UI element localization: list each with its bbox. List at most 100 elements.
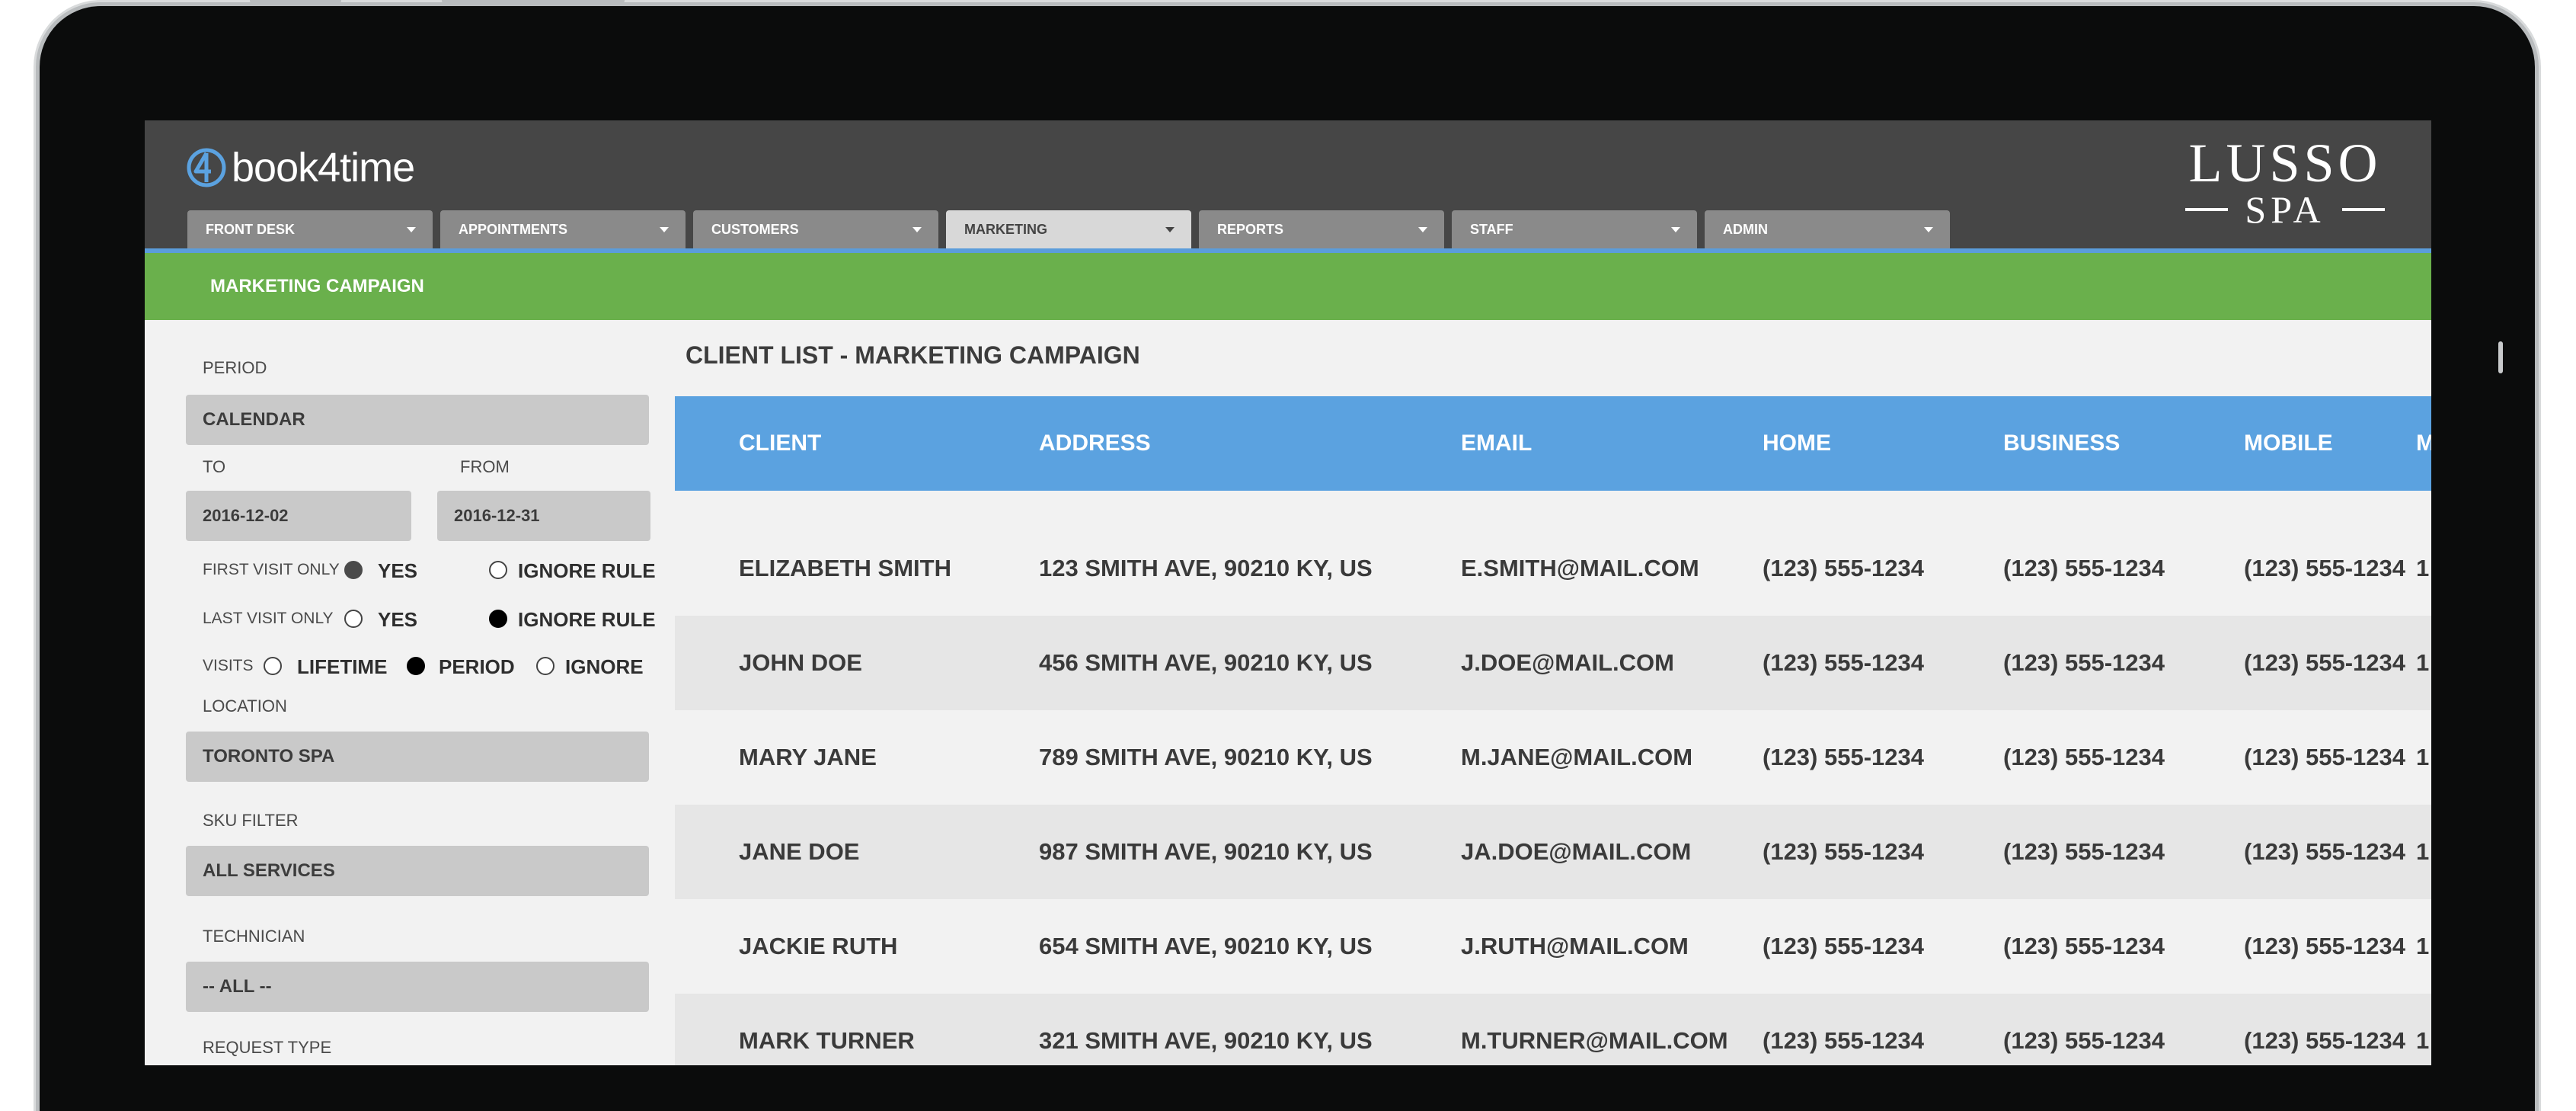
first-visit-label: FIRST VISIT ONLY <box>203 561 340 578</box>
caret-down-icon <box>1165 226 1175 232</box>
visits-label: VISITS <box>203 657 254 674</box>
location-label: LOCATION <box>203 696 287 716</box>
cell-address: 654 SMITH AVE, 90210 KY, US <box>1039 933 1373 959</box>
cell-more: 1 <box>2416 838 2430 865</box>
cell-business: (123) 555-1234 <box>2003 744 2165 770</box>
device-side-button <box>2498 341 2503 373</box>
col-home[interactable]: HOME <box>1763 396 1831 491</box>
col-client[interactable]: CLIENT <box>739 396 821 491</box>
col-address[interactable]: ADDRESS <box>1039 396 1151 491</box>
period-select[interactable]: CALENDAR <box>186 395 649 445</box>
table-row[interactable]: ELIZABETH SMITH 123 SMITH AVE, 90210 KY,… <box>675 521 2431 616</box>
visits-ignore-radio[interactable] <box>536 657 555 675</box>
from-label: FROM <box>460 457 510 476</box>
col-business[interactable]: BUSINESS <box>2003 396 2120 491</box>
caret-down-icon <box>1671 226 1680 232</box>
cell-address: 123 SMITH AVE, 90210 KY, US <box>1039 555 1373 581</box>
cell-address: 789 SMITH AVE, 90210 KY, US <box>1039 744 1373 770</box>
cell-email: J.DOE@MAIL.COM <box>1461 649 1674 676</box>
cell-client: MARK TURNER <box>739 1027 915 1054</box>
table-row[interactable]: JACKIE RUTH 654 SMITH AVE, 90210 KY, US … <box>675 899 2431 994</box>
visits-ignore-label: IGNORE <box>565 655 644 678</box>
to-date-input[interactable]: 2016-12-02 <box>186 491 411 541</box>
section-title: MARKETING CAMPAIGN <box>210 276 424 296</box>
caret-down-icon <box>660 226 669 232</box>
caret-down-icon <box>1418 226 1427 232</box>
cell-address: 321 SMITH AVE, 90210 KY, US <box>1039 1027 1373 1054</box>
table-row[interactable]: MARY JANE 789 SMITH AVE, 90210 KY, US M.… <box>675 710 2431 805</box>
cell-business: (123) 555-1234 <box>2003 1027 2165 1054</box>
first-visit-ignore-label: IGNORE RULE <box>518 559 656 582</box>
to-label: TO <box>203 457 226 476</box>
cell-client: JANE DOE <box>739 838 860 865</box>
book4time-logo[interactable]: book4time <box>186 143 415 192</box>
cell-home: (123) 555-1234 <box>1763 744 1924 770</box>
cell-more: 1 <box>2416 1027 2430 1054</box>
nav-customers[interactable]: CUSTOMERS <box>693 210 938 248</box>
nav-label: FRONT DESK <box>206 221 295 237</box>
cell-mobile: (123) 555-1234 <box>2244 1027 2405 1054</box>
last-visit-yes-radio[interactable] <box>344 610 363 628</box>
technician-label: TECHNICIAN <box>203 927 305 946</box>
caret-down-icon <box>912 226 922 232</box>
lusso-spa-logo: LUSSO SPA <box>2171 136 2399 230</box>
nav-appointments[interactable]: APPOINTMENTS <box>440 210 686 248</box>
technician-select[interactable]: -- ALL -- <box>186 962 649 1012</box>
location-select[interactable]: TORONTO SPA <box>186 732 649 782</box>
section-bar: MARKETING CAMPAIGN <box>145 253 2431 320</box>
nav-label: REPORTS <box>1217 221 1284 237</box>
nav-front-desk[interactable]: FRONT DESK <box>187 210 433 248</box>
first-visit-yes-label: YES <box>378 559 418 582</box>
period-label: PERIOD <box>203 358 267 377</box>
cell-mobile: (123) 555-1234 <box>2244 649 2405 676</box>
last-visit-ignore-label: IGNORE RULE <box>518 608 656 631</box>
visits-period-radio[interactable] <box>407 657 425 675</box>
last-visit-ignore-radio[interactable] <box>489 610 507 628</box>
cell-home: (123) 555-1234 <box>1763 649 1924 676</box>
caret-down-icon <box>407 226 416 232</box>
from-date-input[interactable]: 2016-12-31 <box>437 491 650 541</box>
sku-filter-label: SKU FILTER <box>203 811 299 830</box>
nav-marketing[interactable]: MARKETING <box>946 210 1191 248</box>
cell-business: (123) 555-1234 <box>2003 933 2165 959</box>
cell-more: 1 <box>2416 649 2430 676</box>
main-nav: FRONT DESK APPOINTMENTS CUSTOMERS MARKET… <box>187 210 1950 248</box>
first-visit-ignore-radio[interactable] <box>489 561 507 579</box>
caret-down-icon <box>1924 226 1933 232</box>
nav-label: STAFF <box>1470 221 1513 237</box>
cell-home: (123) 555-1234 <box>1763 1027 1924 1054</box>
cell-business: (123) 555-1234 <box>2003 555 2165 581</box>
device-top-button <box>442 0 625 3</box>
cell-address: 456 SMITH AVE, 90210 KY, US <box>1039 649 1373 676</box>
logo-mark-icon <box>187 148 226 187</box>
col-mobile[interactable]: MOBILE <box>2244 396 2333 491</box>
table-row[interactable]: JOHN DOE 456 SMITH AVE, 90210 KY, US J.D… <box>675 616 2431 710</box>
table-row[interactable]: JANE DOE 987 SMITH AVE, 90210 KY, US JA.… <box>675 805 2431 899</box>
cell-client: JOHN DOE <box>739 649 862 676</box>
app-screen: book4time LUSSO SPA FRONT DESK APPOINTME… <box>145 120 2431 1065</box>
col-more[interactable]: M <box>2416 396 2431 491</box>
visits-lifetime-label: LIFETIME <box>297 655 388 678</box>
last-visit-yes-label: YES <box>378 608 418 631</box>
nav-admin[interactable]: ADMIN <box>1705 210 1950 248</box>
visits-period-label: PERIOD <box>439 655 515 678</box>
table-row[interactable]: MARK TURNER 321 SMITH AVE, 90210 KY, US … <box>675 994 2431 1065</box>
brand-subtitle-text: SPA <box>2245 188 2325 231</box>
cell-email: J.RUTH@MAIL.COM <box>1461 933 1689 959</box>
visits-lifetime-radio[interactable] <box>264 657 282 675</box>
cell-home: (123) 555-1234 <box>1763 838 1924 865</box>
nav-staff[interactable]: STAFF <box>1452 210 1697 248</box>
first-visit-yes-radio[interactable] <box>344 561 363 579</box>
last-visit-label: LAST VISIT ONLY <box>203 610 334 627</box>
nav-reports[interactable]: REPORTS <box>1199 210 1444 248</box>
col-email[interactable]: EMAIL <box>1461 396 1532 491</box>
client-list-title: CLIENT LIST - MARKETING CAMPAIGN <box>686 341 1140 369</box>
nav-label: ADMIN <box>1723 221 1768 237</box>
cell-email: JA.DOE@MAIL.COM <box>1461 838 1692 865</box>
sku-filter-select[interactable]: ALL SERVICES <box>186 846 649 896</box>
cell-home: (123) 555-1234 <box>1763 933 1924 959</box>
logo-text: book4time <box>232 145 415 191</box>
cell-email: M.TURNER@MAIL.COM <box>1461 1027 1728 1054</box>
cell-mobile: (123) 555-1234 <box>2244 933 2405 959</box>
cell-more: 1 <box>2416 555 2430 581</box>
